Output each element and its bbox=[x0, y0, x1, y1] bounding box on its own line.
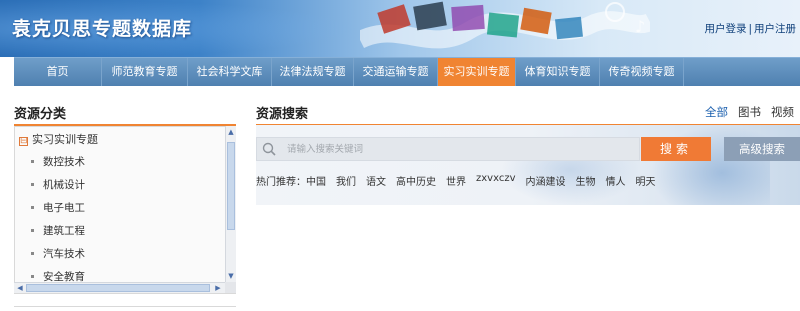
sidebar-horizontal-scrollbar[interactable]: ◀ ▶ bbox=[14, 282, 225, 293]
hot-keyword[interactable]: 生物 bbox=[576, 173, 596, 188]
advanced-search-button[interactable]: 高级搜索 bbox=[724, 137, 800, 161]
site-logo[interactable]: 袁克贝思专题数据库 bbox=[12, 14, 192, 41]
hot-keyword[interactable]: 高中历史 bbox=[396, 173, 436, 188]
login-link[interactable]: 用户登录 bbox=[704, 23, 746, 35]
tab-videos[interactable]: 视频 bbox=[771, 104, 794, 120]
tree-item-mechanical[interactable]: 机械设计 bbox=[31, 177, 221, 200]
bullet-icon bbox=[31, 206, 34, 209]
nav-item-transport[interactable]: 交通运输专题 bbox=[354, 58, 438, 86]
tree-item-cnc[interactable]: 数控技术 bbox=[31, 154, 221, 177]
hot-keyword[interactable]: 语文 bbox=[366, 173, 386, 188]
svg-text:♪: ♪ bbox=[635, 17, 645, 36]
hot-keyword[interactable]: zxvxczv bbox=[476, 173, 516, 188]
banner-film-ribbon: ♪ bbox=[360, 1, 650, 49]
tab-all[interactable]: 全部 bbox=[705, 104, 728, 120]
user-links: 用户登录 | 用户注册 bbox=[704, 21, 796, 36]
horizontal-scroll-thumb[interactable] bbox=[26, 284, 210, 292]
tab-books[interactable]: 图书 bbox=[738, 104, 761, 120]
hot-keywords: 热门推荐： 中国 我们 语文 高中历史 世界 zxvxczv 内涵建设 生物 情… bbox=[256, 173, 666, 188]
tree-item-label: 电子电工 bbox=[43, 202, 85, 214]
hot-keyword[interactable]: 内涵建设 bbox=[526, 173, 566, 188]
hot-keyword[interactable]: 中国 bbox=[306, 173, 326, 188]
tree-item-label: 机械设计 bbox=[43, 179, 85, 191]
sidebar-title: 资源分类 bbox=[14, 107, 67, 122]
scrollbar-corner bbox=[225, 282, 236, 293]
collapse-icon[interactable]: ⊟ bbox=[19, 137, 28, 146]
bullet-icon bbox=[31, 229, 34, 232]
hot-keyword[interactable]: 明天 bbox=[636, 173, 656, 188]
tree-root-practice-training[interactable]: ⊟ 实习实训专题 bbox=[19, 131, 98, 147]
hot-keyword[interactable]: 我们 bbox=[336, 173, 356, 188]
tree-item-electrical[interactable]: 电子电工 bbox=[31, 200, 221, 223]
scroll-up-icon[interactable]: ▲ bbox=[226, 127, 236, 137]
scroll-down-icon[interactable]: ▼ bbox=[226, 271, 236, 281]
tree-item-automotive[interactable]: 汽车技术 bbox=[31, 246, 221, 269]
scroll-right-icon[interactable]: ▶ bbox=[213, 283, 223, 293]
sidebar-vertical-scrollbar[interactable]: ▲ ▼ bbox=[225, 126, 236, 282]
register-link[interactable]: 用户注册 bbox=[754, 23, 796, 35]
nav-item-home[interactable]: 首页 bbox=[14, 58, 102, 86]
search-icon bbox=[262, 142, 276, 156]
nav-item-teacher-education[interactable]: 师范教育专题 bbox=[102, 58, 188, 86]
nav-item-law[interactable]: 法律法规专题 bbox=[272, 58, 354, 86]
main-nav: 首页 师范教育专题 社会科学文库 法律法规专题 交通运输专题 实习实训专题 体育… bbox=[14, 57, 800, 86]
scroll-left-icon[interactable]: ◀ bbox=[15, 283, 25, 293]
nav-item-sports[interactable]: 体育知识专题 bbox=[516, 58, 600, 86]
hot-keyword[interactable]: 情人 bbox=[606, 173, 626, 188]
vertical-scroll-thumb[interactable] bbox=[227, 142, 235, 230]
sidebar-next-section bbox=[14, 306, 236, 311]
header-banner: 袁克贝思专题数据库 ♪ 用户登录 | 用户注册 bbox=[0, 0, 800, 57]
tree-root-label: 实习实训专题 bbox=[32, 133, 98, 146]
resource-type-tabs: 全部 图书 视频 bbox=[695, 104, 794, 120]
tree-item-label: 汽车技术 bbox=[43, 248, 85, 260]
hot-keyword[interactable]: 世界 bbox=[446, 173, 466, 188]
search-input[interactable] bbox=[256, 137, 640, 161]
tree-item-label: 建筑工程 bbox=[43, 225, 85, 237]
bullet-icon bbox=[31, 183, 34, 186]
bullet-icon bbox=[31, 160, 34, 163]
nav-item-practice-training[interactable]: 实习实训专题 bbox=[438, 58, 516, 86]
search-section-title: 资源搜索 bbox=[256, 107, 309, 122]
search-button[interactable]: 搜索 bbox=[641, 137, 711, 161]
bullet-icon bbox=[31, 275, 34, 278]
tree-item-construction[interactable]: 建筑工程 bbox=[31, 223, 221, 246]
tree-list: 数控技术 机械设计 电子电工 建筑工程 汽车技术 安全教育 bbox=[31, 154, 221, 292]
nav-item-social-science[interactable]: 社会科学文库 bbox=[188, 58, 272, 86]
tree-item-label: 数控技术 bbox=[43, 156, 85, 168]
category-tree: ⊟ 实习实训专题 数控技术 机械设计 电子电工 建筑工程 汽车技术 安全教育 bbox=[14, 126, 236, 294]
bullet-icon bbox=[31, 252, 34, 255]
nav-item-video[interactable]: 传奇视频专题 bbox=[600, 58, 684, 86]
link-separator: | bbox=[748, 23, 752, 35]
hot-keywords-label: 热门推荐： bbox=[256, 177, 306, 188]
